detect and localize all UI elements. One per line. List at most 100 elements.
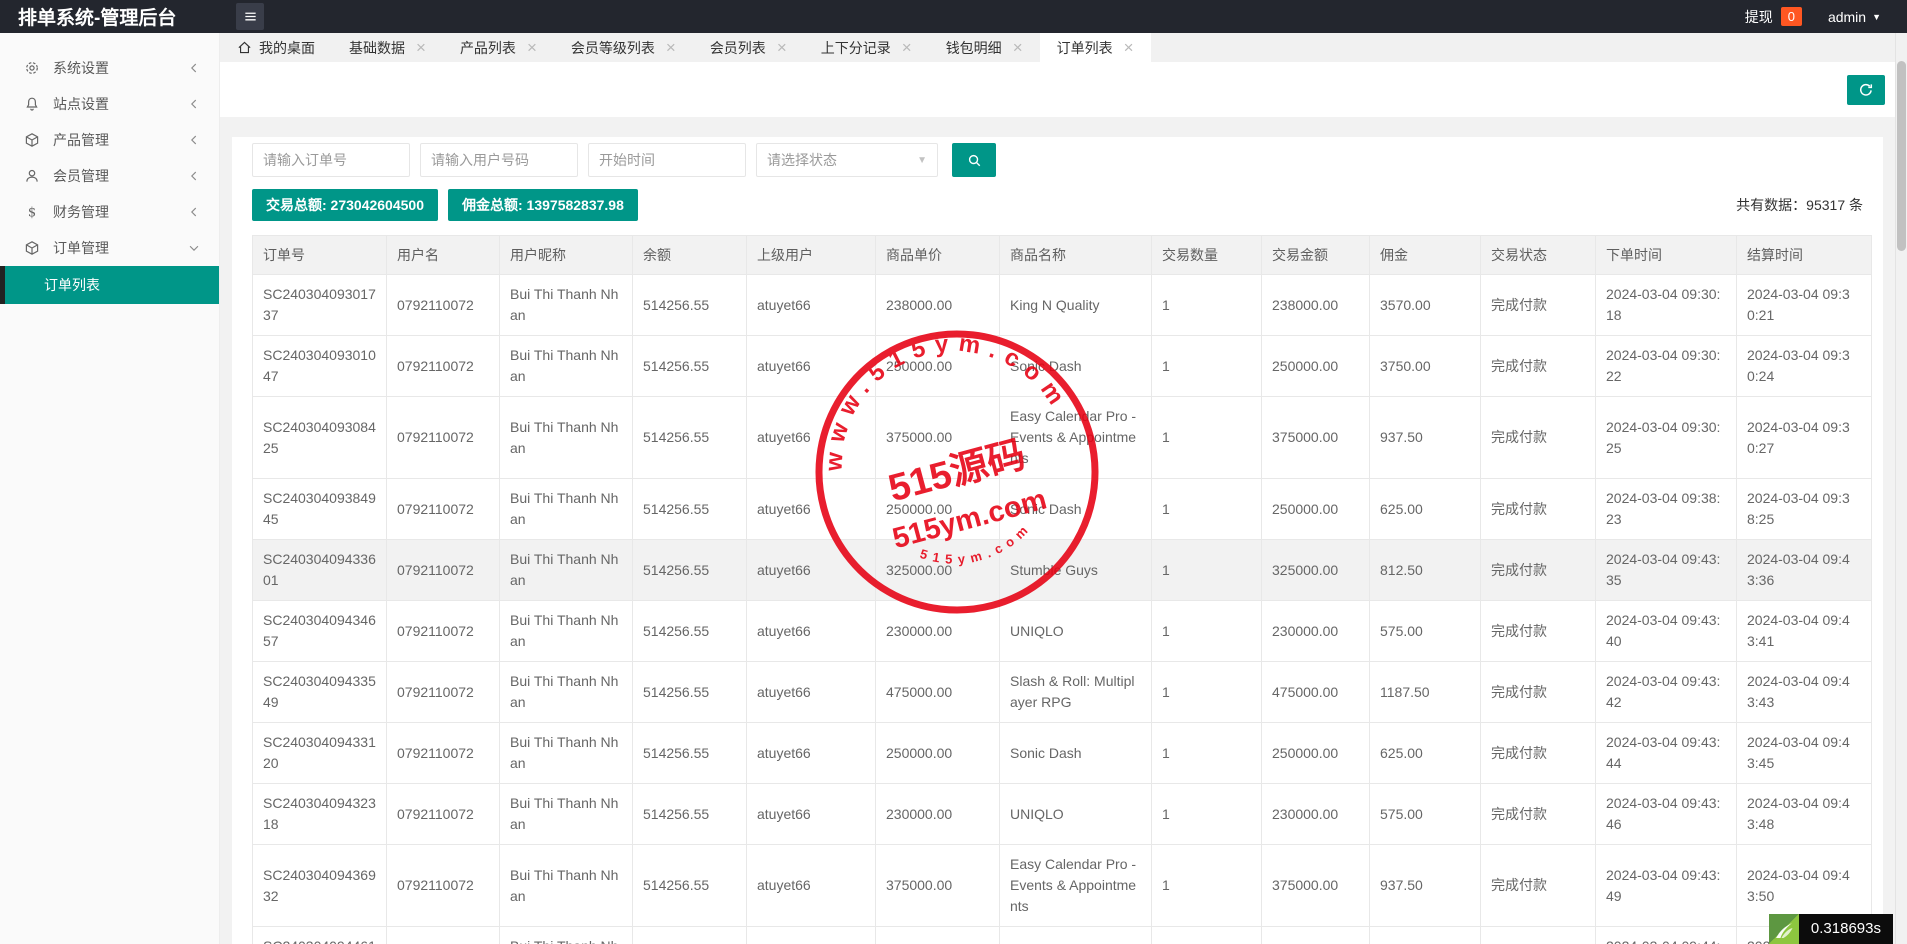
vertical-scrollbar[interactable] — [1895, 33, 1907, 944]
close-icon[interactable]: × — [527, 39, 537, 56]
table-row[interactable]: SC240304094461550792110072Bui Thi Thanh … — [252, 926, 1872, 944]
table-row[interactable]: SC24030409436932 0792110072 Bui Thi Thanh … — [252, 844, 1872, 927]
cell-upline: atuyet66 — [746, 722, 876, 784]
tab-member-level-list[interactable]: 会员等级列表 × — [554, 33, 693, 62]
cell-quantity: 1 — [1151, 844, 1262, 927]
cell-status: 完成付款 — [1480, 661, 1596, 723]
cell-nickname: Bui Thi Thanh Nhan — [499, 478, 633, 540]
table-row[interactable]: SC24030409301047 0792110072 Bui Thi Thanh … — [252, 335, 1872, 397]
chevron-left-icon — [187, 169, 201, 183]
cell-commission: 3750.00 — [1369, 335, 1481, 397]
cell-status: 完成付款 — [1480, 722, 1596, 784]
cell-balance: 514256.55 — [632, 539, 747, 601]
top-header: 排单系统-管理后台 提现 0 admin ▼ — [0, 0, 1907, 33]
user-menu[interactable]: admin ▼ — [1828, 9, 1881, 25]
cell-order-no: SC24030409301737 — [252, 274, 387, 336]
cell-quantity: 1 — [1151, 783, 1262, 845]
cube-icon — [24, 240, 41, 257]
cell-upline: atuyet66 — [746, 844, 876, 927]
cell-balance: 514256.55 — [632, 844, 747, 927]
start-time-input[interactable] — [588, 143, 746, 177]
orders-table-head: 订单号 用户名 用户昵称 余额 上级用户 商品单价 商品名称 交易数量 交易金额 佣金 交易状态 下单… — [252, 235, 1872, 275]
refresh-icon — [1860, 83, 1873, 96]
page-load-time: 0.318693s — [1798, 914, 1893, 944]
hamburger-menu-icon[interactable] — [236, 3, 264, 30]
close-icon[interactable]: × — [1013, 39, 1023, 56]
col-balance: 余额 — [632, 235, 747, 275]
user-no-input[interactable] — [420, 143, 578, 177]
tab-product-list[interactable]: 产品列表 × — [443, 33, 554, 62]
refresh-button[interactable] — [1847, 75, 1885, 105]
cell-product-name: King N Quality — [999, 274, 1152, 336]
cell-unit-price: 250000.00 — [875, 722, 1000, 784]
order-no-input[interactable] — [252, 143, 410, 177]
cell-unit-price: 230000.00 — [875, 783, 1000, 845]
cell-order-no: SC24030409384945 — [252, 478, 387, 540]
chevron-left-icon — [187, 133, 201, 147]
sidebar-item-label: 站点设置 — [53, 96, 109, 112]
cell-amount: 238000.00 — [1261, 274, 1370, 336]
close-icon[interactable]: × — [416, 39, 426, 56]
filter-bar: 请选择状态 ▼ — [252, 143, 1863, 177]
table-row[interactable]: SC24030409434657 0792110072 Bui Thi Thanh … — [252, 600, 1872, 662]
cell-amount: 230000.00 — [1261, 783, 1370, 845]
tab-bar: 我的桌面 基础数据 × 产品列表 × 会员等级列表 × 会员列表 × 上下分记录 × 钱包明细 × 订单列… — [220, 33, 1895, 62]
tab-label: 订单列表 — [1056, 39, 1113, 56]
cell-nickname: Bui Thi Thanh Nhan — [499, 600, 633, 662]
col-quantity: 交易数量 — [1151, 235, 1262, 275]
cell-order-no: SC24030409436932 — [252, 844, 387, 927]
tab-order-list[interactable]: 订单列表 × — [1039, 33, 1151, 62]
sidebar-item-member-management[interactable]: 会员管理 — [0, 158, 219, 194]
cell-upline: atuyet66 — [746, 539, 876, 601]
table-row[interactable]: SC24030409432318 0792110072 Bui Thi Thanh … — [252, 783, 1872, 845]
cell-settle-time: 2024-03-04 09:43:48 — [1736, 783, 1872, 845]
sidebar-item-finance-management[interactable]: $ 财务管理 — [0, 194, 219, 230]
tab-basic-data[interactable]: 基础数据 × — [332, 33, 443, 62]
cell-status: 完成付款 — [1480, 844, 1596, 927]
close-icon[interactable]: × — [902, 39, 912, 56]
sidebar-item-system-settings[interactable]: 系统设置 — [0, 50, 219, 86]
sidebar-subitem-order-list[interactable]: 订单列表 — [0, 266, 219, 304]
cell-balance: 514256.55 — [632, 396, 747, 479]
withdraw-link[interactable]: 提现 0 — [1745, 7, 1802, 27]
cell-balance: 514256.55 — [632, 926, 747, 944]
cell-product-name: Stumble Guys — [999, 539, 1152, 601]
bell-icon — [24, 96, 41, 113]
sidebar-item-product-management[interactable]: 产品管理 — [0, 122, 219, 158]
cell-product-name: Sonic Dash — [999, 478, 1152, 540]
cell-settle-time: 2024-03-04 09:30:27 — [1736, 396, 1872, 479]
close-icon[interactable]: × — [1124, 39, 1134, 56]
search-button[interactable] — [952, 143, 996, 177]
close-icon[interactable]: × — [777, 39, 787, 56]
scrollbar-thumb[interactable] — [1897, 61, 1906, 251]
status-select-value: 请选择状态 — [767, 152, 837, 168]
tab-wallet-detail[interactable]: 钱包明细 × — [929, 33, 1040, 62]
tab-updown-records[interactable]: 上下分记录 × — [804, 33, 929, 62]
close-icon[interactable]: × — [666, 39, 676, 56]
cell-unit-price: 250000.00 — [875, 478, 1000, 540]
table-row[interactable]: SC24030409433120 0792110072 Bui Thi Thanh … — [252, 722, 1872, 784]
cell-status: 完成付款 — [1480, 600, 1596, 662]
status-select[interactable]: 请选择状态 ▼ — [756, 143, 938, 177]
tab-desktop[interactable]: 我的桌面 — [220, 33, 332, 62]
cell-product-name: UNIQLO — [999, 600, 1152, 662]
cell-settle-time: 2024-03-04 09:43:36 — [1736, 539, 1872, 601]
cell-settle-time: 2024-03-04 09:43:41 — [1736, 600, 1872, 662]
withdraw-count-badge: 0 — [1780, 7, 1802, 26]
cell-commission: 575.00 — [1369, 600, 1481, 662]
table-row[interactable]: SC24030409433549 0792110072 Bui Thi Thanh … — [252, 661, 1872, 723]
sidebar-item-order-management[interactable]: 订单管理 — [0, 230, 219, 266]
cell-settle-time: 2024-03-04 09:43:43 — [1736, 661, 1872, 723]
svg-text:$: $ — [28, 206, 36, 221]
table-row[interactable]: SC24030409433601 0792110072 Bui Thi Thanh … — [252, 539, 1872, 601]
thinkphp-trace-icon[interactable] — [1768, 914, 1799, 944]
cell-upline: atuyet66 — [746, 783, 876, 845]
table-row[interactable]: SC24030409308425 0792110072 Bui Thi Thanh … — [252, 396, 1872, 479]
chevron-down-icon: ▼ — [917, 154, 927, 166]
tab-label: 会员列表 — [709, 39, 766, 56]
table-row[interactable]: SC24030409301737 0792110072 Bui Thi Thanh … — [252, 274, 1872, 336]
sidebar-item-site-settings[interactable]: 站点设置 — [0, 86, 219, 122]
cell-username: 0792110072 — [386, 844, 500, 927]
table-row[interactable]: SC24030409384945 0792110072 Bui Thi Thanh … — [252, 478, 1872, 540]
tab-member-list[interactable]: 会员列表 × — [693, 33, 804, 62]
